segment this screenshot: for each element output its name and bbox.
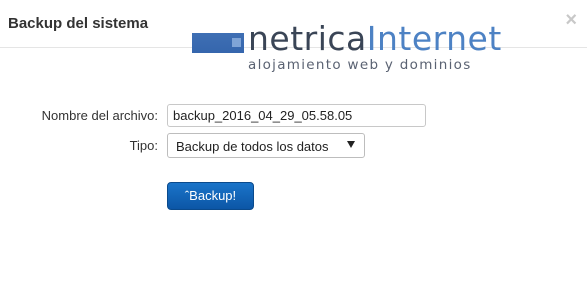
logo-name: netricaInternet: [248, 21, 502, 57]
type-select[interactable]: Backup de todos los datos: [167, 133, 365, 158]
filename-input[interactable]: backup_2016_04_29_05.58.05: [167, 104, 426, 127]
close-button[interactable]: ×: [565, 10, 577, 30]
logo-mark-square: [232, 38, 241, 47]
logo-name-part1: netrica: [248, 19, 367, 58]
type-select-value: Backup de todos los datos: [176, 139, 329, 154]
logo-mark-icon: [192, 33, 244, 53]
type-label: Tipo:: [129, 138, 158, 153]
logo-tagline: alojamiento web y dominios: [248, 57, 472, 73]
backup-modal: Backup del sistema × netricaInternet alo…: [0, 0, 587, 283]
modal-title: Backup del sistema: [8, 15, 149, 32]
filename-label: Nombre del archivo:: [41, 108, 158, 123]
caret-down-icon: [347, 141, 355, 148]
logo-name-part2: Internet: [366, 19, 502, 58]
backup-button[interactable]: ˆBackup!: [167, 182, 254, 210]
netrica-logo: netricaInternet alojamiento web y domini…: [192, 21, 532, 75]
